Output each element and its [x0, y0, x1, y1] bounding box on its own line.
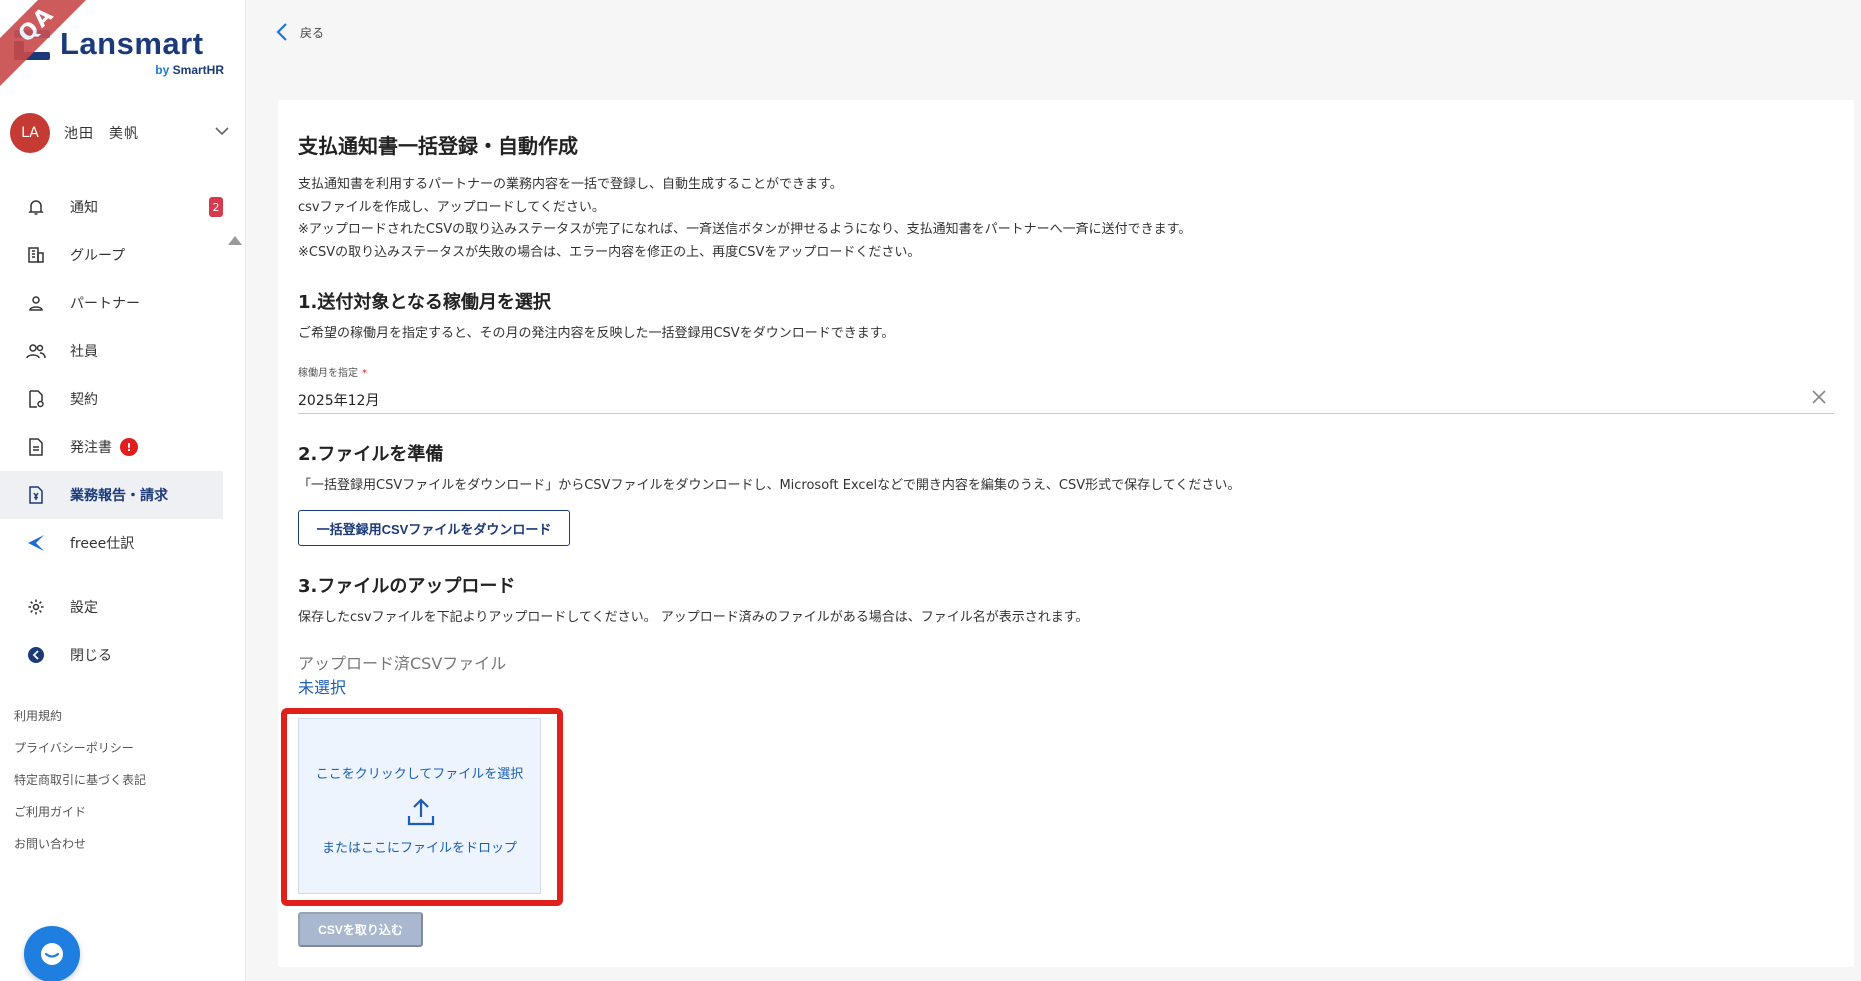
sidebar-item-label: 社員: [70, 344, 98, 360]
intro-line: ※CSVの取り込みステータスが失敗の場合は、エラー内容を修正の上、再度CSVをア…: [298, 244, 921, 260]
notification-count-badge: 2: [209, 197, 223, 217]
section3-description: 保存したcsvファイルを下記よりアップロードしてください。 アップロード済みのフ…: [298, 610, 1089, 625]
gear-icon: [26, 597, 46, 617]
sidebar-item-notifications[interactable]: 通知 2: [0, 183, 223, 231]
sidebar-item-partners[interactable]: パートナー: [0, 279, 223, 327]
contact-link[interactable]: お問い合わせ: [14, 828, 146, 860]
building-icon: [26, 245, 46, 265]
sidebar-item-work-reports-billing[interactable]: 業務報告・請求: [0, 471, 223, 519]
back-link[interactable]: 戻る: [276, 22, 324, 42]
person-icon: [26, 293, 46, 313]
section2-title: 2.ファイルを準備: [298, 444, 444, 465]
close-icon[interactable]: [1812, 390, 1826, 404]
work-month-label: 稼働月を指定 *: [298, 368, 367, 379]
arrow-left-circle-icon: [26, 645, 46, 665]
work-month-value: 2025年12月: [298, 393, 380, 409]
sidebar: Lansmart by SmartHR QA LA 池田 美帆 通知 2 グルー…: [0, 0, 246, 981]
brand-byline: by SmartHR: [155, 63, 224, 77]
chevron-left-icon: [276, 23, 287, 41]
uploaded-file-label: アップロード済CSVファイル: [298, 654, 507, 673]
import-csv-button[interactable]: CSVを取り込む: [298, 912, 423, 947]
sidebar-item-contracts[interactable]: 契約: [0, 375, 223, 423]
sidebar-item-label: 設定: [70, 600, 98, 616]
user-menu[interactable]: LA 池田 美帆: [10, 113, 230, 153]
required-mark: *: [362, 368, 367, 379]
sidebar-item-label: グループ: [70, 248, 126, 264]
sidebar-item-freee[interactable]: freee仕訳: [0, 519, 223, 567]
download-csv-button[interactable]: 一括登録用CSVファイルをダウンロード: [298, 510, 570, 546]
privacy-policy-link[interactable]: プライバシーポリシー: [14, 732, 146, 764]
sidebar-item-close[interactable]: 閉じる: [0, 631, 223, 679]
sidebar-nav: 通知 2 グループ パートナー 社員 契約 発注書 ! 業務報告・請求 free…: [0, 183, 223, 679]
work-month-field[interactable]: 2025年12月: [298, 380, 1834, 414]
chat-icon: [41, 943, 63, 965]
freee-icon: [26, 533, 46, 553]
sidebar-item-label: 閉じる: [70, 648, 112, 664]
intro-line: ※アップロードされたCSVの取り込みステータスが完了になれば、一斉送信ボタンが押…: [298, 222, 1192, 237]
chat-support-button[interactable]: [24, 926, 80, 981]
uploaded-file-name: 未選択: [298, 678, 347, 697]
section1-title: 1.送付対象となる稼働月を選択: [298, 292, 551, 313]
invoice-icon: [26, 485, 46, 505]
sidebar-item-label: 業務報告・請求: [70, 488, 168, 504]
main-card: 支払通知書一括登録・自動作成 支払通知書を利用するパートナーの業務内容を一括で登…: [278, 100, 1854, 967]
sidebar-item-settings[interactable]: 設定: [0, 583, 223, 631]
document-icon: [26, 437, 46, 457]
sidebar-item-label: パートナー: [70, 296, 140, 312]
sidebar-item-purchase-orders[interactable]: 発注書 !: [0, 423, 223, 471]
scroll-up-arrow-icon[interactable]: [228, 236, 242, 245]
section1-description: ご希望の稼働月を指定すると、その月の発注内容を反映した一括登録用CSVをダウンロ…: [298, 326, 895, 341]
alert-icon: !: [120, 438, 138, 456]
intro-line: csvファイルを作成し、アップロードしてください。: [298, 199, 605, 215]
back-label: 戻る: [300, 25, 325, 40]
section2-description: 「一括登録用CSVファイルをダウンロード」からCSVファイルをダウンロードし、M…: [298, 478, 1241, 493]
bell-icon: [26, 197, 46, 217]
intro-text: 支払通知書を利用するパートナーの業務内容を一括で登録し、自動生成することができま…: [298, 174, 1191, 264]
avatar: LA: [10, 113, 50, 153]
sidebar-item-label: 発注書: [70, 440, 112, 456]
sidebar-item-label: freee仕訳: [70, 536, 135, 552]
sidebar-item-groups[interactable]: グループ: [0, 231, 223, 279]
sidebar-item-employees[interactable]: 社員: [0, 327, 223, 375]
contract-icon: [26, 389, 46, 409]
brand-name: Lansmart: [60, 26, 204, 61]
page-title: 支払通知書一括登録・自動作成: [298, 134, 578, 158]
commercial-law-link[interactable]: 特定商取引に基づく表記: [14, 764, 146, 796]
user-name: 池田 美帆: [64, 126, 139, 142]
sidebar-item-label: 通知: [70, 200, 98, 216]
people-icon: [26, 341, 46, 361]
terms-link[interactable]: 利用規約: [14, 700, 146, 732]
annotation-highlight-box: [281, 708, 563, 906]
section3-title: 3.ファイルのアップロード: [298, 576, 516, 597]
chevron-down-icon[interactable]: [214, 123, 230, 139]
footer-links: 利用規約 プライバシーポリシー 特定商取引に基づく表記 ご利用ガイド お問い合わ…: [14, 700, 146, 860]
sidebar-item-label: 契約: [70, 392, 98, 408]
user-guide-link[interactable]: ご利用ガイド: [14, 796, 146, 828]
intro-line: 支払通知書を利用するパートナーの業務内容を一括で登録し、自動生成することができま…: [298, 177, 843, 192]
